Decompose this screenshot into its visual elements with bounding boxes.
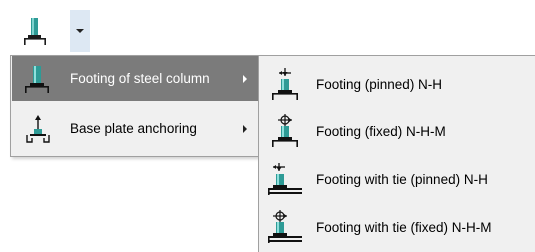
submenu-item-label: Footing (pinned) N-H — [316, 76, 443, 92]
menu-item-footing-of-steel-column[interactable]: Footing of steel column — [12, 56, 259, 101]
submenu-item-label: Footing with tie (fixed) N-H-M — [316, 219, 492, 235]
footing-submenu: Footing (pinned) N-H Footing (fixed) N-H… — [258, 55, 535, 252]
footing-split-button — [10, 10, 90, 52]
footing-fixed-icon — [272, 114, 298, 147]
menu-item-base-plate-anchoring[interactable]: Base plate anchoring — [12, 106, 259, 151]
footing-steel-column-icon — [25, 65, 49, 93]
menu-item-label: Base plate anchoring — [70, 121, 197, 136]
footing-main-button[interactable] — [10, 10, 62, 52]
submenu-item-footing-fixed[interactable]: Footing (fixed) N-H-M — [259, 108, 535, 154]
submenu-item-label: Footing with tie (pinned) N-H — [316, 171, 488, 187]
footing-steel-column-icon — [24, 18, 46, 45]
footing-pinned-icon — [272, 68, 298, 100]
footing-dropdown-button[interactable] — [70, 10, 90, 52]
submenu-item-footing-pinned[interactable]: Footing (pinned) N-H — [259, 61, 535, 107]
submenu-arrow-icon — [243, 124, 247, 133]
footing-menu: Footing of steel column Base plate ancho… — [10, 55, 261, 157]
submenu-item-footing-tie-fixed[interactable]: Footing with tie (fixed) N-H-M — [259, 204, 535, 250]
chevron-down-icon — [76, 29, 84, 33]
footing-tie-pinned-icon — [268, 163, 302, 195]
base-plate-anchoring-icon — [26, 114, 50, 143]
screen: Footing of steel column Base plate ancho… — [0, 0, 535, 252]
submenu-item-label: Footing (fixed) N-H-M — [316, 123, 446, 139]
submenu-item-footing-tie-pinned[interactable]: Footing with tie (pinned) N-H — [259, 156, 535, 202]
footing-tie-fixed-icon — [268, 210, 302, 243]
submenu-arrow-icon — [243, 74, 247, 83]
menu-item-label: Footing of steel column — [70, 71, 210, 86]
